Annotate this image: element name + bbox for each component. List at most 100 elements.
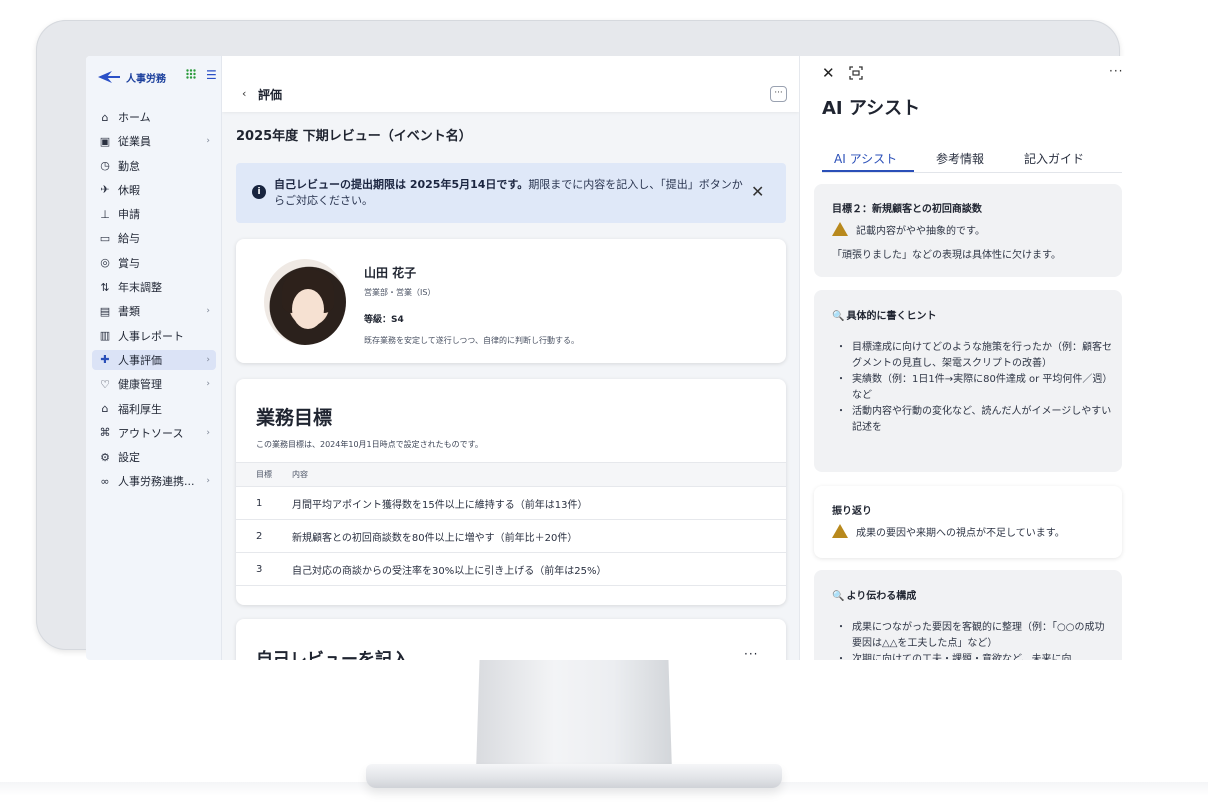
goal-content: 新規顧客との初回商談数を80件以上に増やす（前年比＋20件） — [291, 519, 786, 553]
ai-feedback-goal2: 目標２：新規顧客との初回商談数 記載内容がやや抽象的です。 「頑張りました」など… — [814, 184, 1122, 277]
goal-content: 自己対応の商談からの受注率を30%以上に引き上げる（前年は25%） — [291, 552, 786, 586]
chevron-right-icon: › — [206, 306, 210, 317]
logo-icon — [98, 71, 120, 83]
sidebar-item-label: ホーム — [118, 111, 151, 124]
wallet-icon: ▭ — [99, 231, 111, 245]
sidebar-item[interactable]: ⌂ ホーム — [92, 107, 216, 127]
back-chevron-icon[interactable]: ‹ — [242, 87, 246, 100]
goals-table-header: 目標 内容 — [236, 462, 786, 487]
sidebar-item[interactable]: ♡ 健康管理 › — [92, 374, 216, 394]
deadline-alert: i 自己レビューの提出期限は 2025年5月14日です。期限までに内容を記入し、… — [236, 163, 786, 223]
structure-heading: 🔍 より伝わる構成 — [832, 587, 916, 602]
sidebar-item[interactable]: ⊥ 申請 — [92, 204, 216, 224]
sidebar-item-label: 勤怠 — [118, 159, 140, 173]
expand-icon[interactable] — [849, 66, 863, 80]
report-icon: ▥ — [99, 329, 111, 343]
sidebar-item-label: 設定 — [118, 451, 140, 465]
list-item: 成果につながった要因を客観的に整理（例：「○○の成功要因は△△を工夫した点」など… — [832, 620, 1112, 652]
goals-table: 目標 内容 1 月間平均アポイント獲得数を15件以上に維持する（前年は13件） … — [236, 462, 786, 586]
sidebar-item-label: 申請 — [118, 208, 140, 222]
list-item: 次期に向けての工夫・課題・意欲など、未来に向 — [832, 652, 1112, 660]
profile-card: 山田 花子 営業部・営業（IS） 等級：S4 既存業務を安定して遂行しつつ、自律… — [236, 239, 786, 363]
list-item: 活動内容や行動の変化など、読んだ人がイメージしやすい記述を — [832, 404, 1112, 436]
sidebar-item[interactable]: ◷ 勤怠 — [92, 156, 216, 176]
home-icon: ⌂ — [101, 110, 109, 124]
panel-close-icon[interactable]: ✕ — [822, 64, 835, 82]
goals-title: 業務目標 — [256, 407, 333, 429]
stamp-icon: ⊥ — [100, 207, 110, 221]
sidebar-nav: ⌂ ホーム ▣ 従業員 › ◷ 勤怠 ✈ 休暇 ⊥ 申請 ▭ 給与 ◎ 賞与 ⇅ 年末調整 ▤ 書類 › ▥ 人事レポート… — [86, 107, 222, 496]
table-row: 1 月間平均アポイント獲得数を15件以上に維持する（前年は13件） — [236, 486, 786, 520]
sidebar-item[interactable]: ⌂ 福利厚生 — [92, 399, 216, 419]
apps-grid-icon[interactable] — [186, 69, 196, 79]
avatar — [264, 259, 346, 345]
sidebar-item-label: 従業員 — [118, 135, 151, 149]
employee-department: 営業部・営業（IS） — [364, 288, 436, 297]
goal-content: 月間平均アポイント獲得数を15件以上に維持する（前年は13件） — [291, 486, 786, 520]
sidebar-item[interactable]: ▣ 従業員 › — [92, 131, 216, 151]
ai-card-heading: 目標２：新規顧客との初回商談数 — [832, 204, 982, 215]
ai-structure-card: 🔍より伝わる構成 成果につながった要因を客観的に整理（例：「○○の成功要因は△△… — [814, 570, 1122, 660]
warning-icon — [832, 222, 848, 236]
sidebar-item[interactable]: ✚ 人事評価 › — [92, 349, 216, 370]
grade-description: 既存業務を安定して遂行しつつ、自律的に判断し行動する。 — [364, 336, 579, 345]
header-more-button[interactable]: ··· — [770, 86, 787, 102]
magnifier-icon: 🔍 — [832, 591, 845, 602]
monitor-stand — [476, 648, 672, 772]
hint-heading: 🔍 具体的に書くヒント — [832, 307, 936, 322]
ai-tabs: AI アシスト 参考情報 記入ガイド — [822, 148, 1122, 173]
evaluation-icon: ✚ — [100, 353, 110, 367]
sidebar-item-label: 給与 — [118, 232, 140, 246]
sidebar-item[interactable]: ⚙ 設定 — [92, 447, 216, 467]
sidebar-item[interactable]: ◎ 賞与 — [92, 253, 216, 273]
sidebar-item-label: 人事レポート — [118, 329, 184, 343]
screen: 人事労務 ☰ ⌂ ホーム ▣ 従業員 › ◷ 勤怠 ✈ 休暇 ⊥ 申請 ▭ 給与 ◎ 賞与 ⇅ 年末調整 ▤ 書類 ›… — [86, 56, 1138, 660]
tab-guide[interactable]: 記入ガイド — [1024, 150, 1084, 167]
bonus-icon: ◎ — [100, 256, 110, 270]
structure-heading-text: より伝わる構成 — [846, 591, 917, 602]
panel-more-button[interactable]: ··· — [1109, 64, 1123, 78]
alert-close-icon[interactable]: ✕ — [751, 182, 764, 201]
clock-icon: ◷ — [100, 159, 110, 173]
benefit-icon: ⌂ — [101, 402, 109, 416]
list-item: 目標達成に向けてどのような施策を行ったか（例：顧客セグメントの見直し、架電スクリ… — [832, 340, 1112, 372]
ai-hint-card: 🔍具体的に書くヒント 目標達成に向けてどのような施策を行ったか（例：顧客セグメン… — [814, 290, 1122, 472]
sidebar-item-label: 人事労務連携... — [118, 475, 195, 489]
sidebar-item-label: 書類 — [118, 305, 140, 319]
chevron-right-icon: › — [206, 136, 210, 147]
sidebar-item[interactable]: ▥ 人事レポート — [92, 326, 216, 346]
sidebar-item-label: 休暇 — [118, 183, 140, 197]
brand-logo[interactable]: 人事労務 — [96, 66, 166, 88]
gear-icon: ⚙ — [100, 450, 110, 464]
sidebar-item-label: アウトソース — [118, 426, 184, 440]
adjust-icon: ⇅ — [100, 280, 110, 294]
goal-number: 2 — [236, 519, 291, 553]
sidebar-item[interactable]: ∞ 人事労務連携... › — [92, 471, 216, 491]
reflection-warning: 成果の要因や来期への視点が不足しています。 — [832, 524, 1065, 542]
alert-text-bold: 自己レビューの提出期限は 2025年5月14日です。 — [274, 178, 529, 191]
sidebar-item[interactable]: ⌘ アウトソース › — [92, 423, 216, 443]
ai-card-text: 「頑張りました」などの表現は具体性に欠けます。 — [832, 250, 1061, 261]
ai-card-warning: 記載内容がやや抽象的です。 — [832, 222, 985, 240]
tab-ai-assist[interactable]: AI アシスト — [834, 150, 897, 167]
sidebar: 人事労務 ☰ ⌂ ホーム ▣ 従業員 › ◷ 勤怠 ✈ 休暇 ⊥ 申請 ▭ 給与 ◎ 賞与 ⇅ 年末調整 ▤ 書類 ›… — [86, 56, 222, 660]
sidebar-item-label: 人事評価 — [118, 353, 162, 367]
sidebar-item[interactable]: ▤ 書類 › — [92, 301, 216, 321]
sidebar-item[interactable]: ✈ 休暇 — [92, 180, 216, 200]
self-review-card: 自己レビューを記入 ··· — [236, 619, 786, 660]
self-review-title: 自己レビューを記入 — [256, 650, 409, 660]
magnifier-icon: 🔍 — [832, 311, 845, 322]
tab-reference[interactable]: 参考情報 — [936, 150, 984, 167]
employee-icon: ▣ — [99, 134, 111, 148]
active-tab-indicator — [822, 170, 914, 172]
self-review-more-button[interactable]: ··· — [744, 647, 758, 660]
hint-heading-text: 具体的に書くヒント — [846, 311, 937, 322]
sidebar-item[interactable]: ⇅ 年末調整 — [92, 277, 216, 297]
ai-reflection-card: 振り返り 成果の要因や来期への視点が不足しています。 — [814, 486, 1122, 558]
chevron-right-icon: › — [206, 476, 210, 487]
employee-name: 山田 花子 — [364, 266, 417, 280]
column-header-goal: 目標 — [236, 462, 291, 487]
sidebar-item[interactable]: ▭ 給与 — [92, 228, 216, 248]
sidebar-collapse-icon[interactable]: ☰ — [206, 68, 217, 82]
list-item: 実績数（例：1日1件→実際に80件達成 or 平均何件／週）など — [832, 372, 1112, 404]
